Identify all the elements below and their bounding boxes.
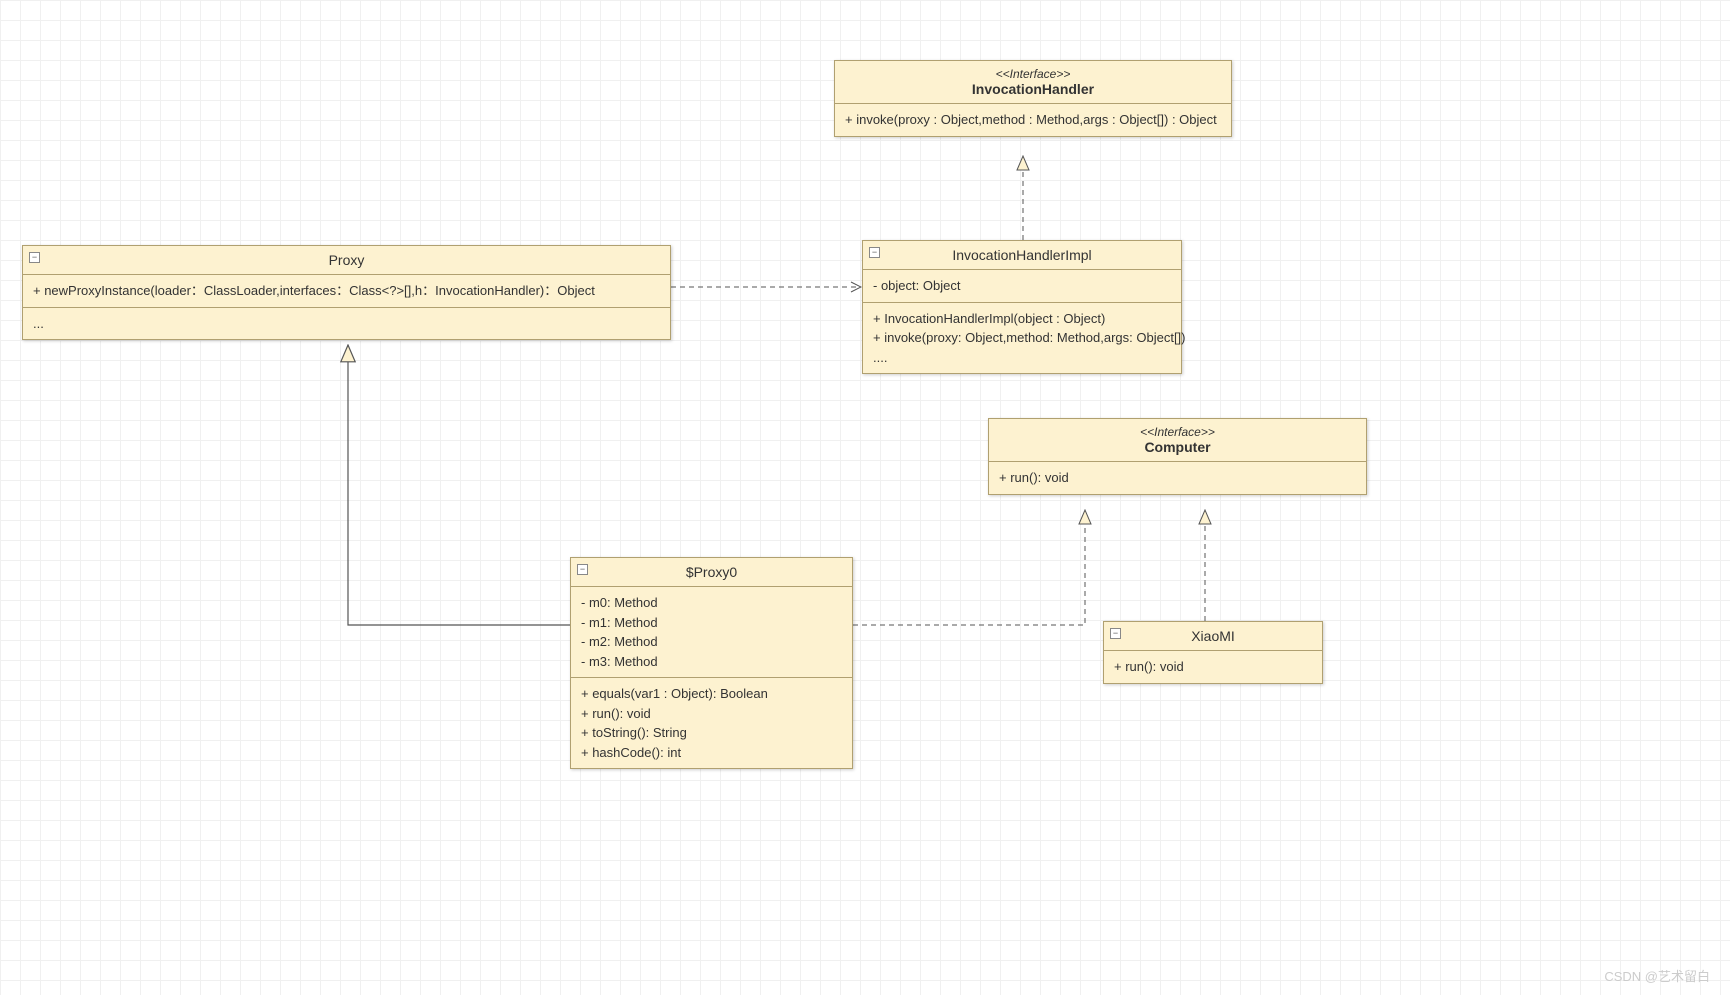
class-proxy[interactable]: Proxy + newProxyInstance(loader：ClassLoa… (22, 245, 671, 340)
method-row: + equals(var1 : Object): Boolean (581, 684, 842, 704)
collapse-icon[interactable] (869, 247, 880, 258)
class-computer[interactable]: <<Interface>> Computer + run(): void (988, 418, 1367, 495)
class-xiaomi[interactable]: XiaoMI + run(): void (1103, 621, 1323, 684)
class-proxy0[interactable]: $Proxy0 - m0: Method - m1: Method - m2: … (570, 557, 853, 769)
method-row: + newProxyInstance(loader：ClassLoader,in… (33, 281, 660, 301)
stereotype: <<Interface>> (845, 67, 1221, 81)
method-row: + run(): void (1114, 657, 1312, 677)
class-invocation-handler-impl[interactable]: InvocationHandlerImpl - object: Object +… (862, 240, 1182, 374)
collapse-icon[interactable] (577, 564, 588, 575)
attr-row: - m0: Method (581, 593, 842, 613)
class-name: XiaoMI (1191, 628, 1235, 644)
method-row: + invoke(proxy : Object,method : Method,… (845, 110, 1221, 130)
method-row: + InvocationHandlerImpl(object : Object) (873, 309, 1171, 329)
class-name: InvocationHandlerImpl (952, 247, 1091, 263)
stereotype: <<Interface>> (999, 425, 1356, 439)
method-row: + run(): void (581, 704, 842, 724)
class-name: Proxy (329, 252, 365, 268)
method-row: + hashCode(): int (581, 743, 842, 763)
extra-row: ... (33, 314, 660, 334)
attr-row: - object: Object (873, 276, 1171, 296)
collapse-icon[interactable] (1110, 628, 1121, 639)
method-row: + toString(): String (581, 723, 842, 743)
collapse-icon[interactable] (29, 252, 40, 263)
class-name: Computer (1144, 439, 1210, 455)
class-name: $Proxy0 (686, 564, 737, 580)
method-row: + run(): void (999, 468, 1356, 488)
watermark: CSDN @艺术留白 (1604, 966, 1710, 985)
attr-row: - m1: Method (581, 613, 842, 633)
method-row: .... (873, 348, 1171, 368)
attr-row: - m2: Method (581, 632, 842, 652)
class-invocation-handler[interactable]: <<Interface>> InvocationHandler + invoke… (834, 60, 1232, 137)
class-name: InvocationHandler (972, 81, 1094, 97)
connectors-layer (0, 0, 1730, 995)
method-row: + invoke(proxy: Object,method: Method,ar… (873, 328, 1171, 348)
attr-row: - m3: Method (581, 652, 842, 672)
